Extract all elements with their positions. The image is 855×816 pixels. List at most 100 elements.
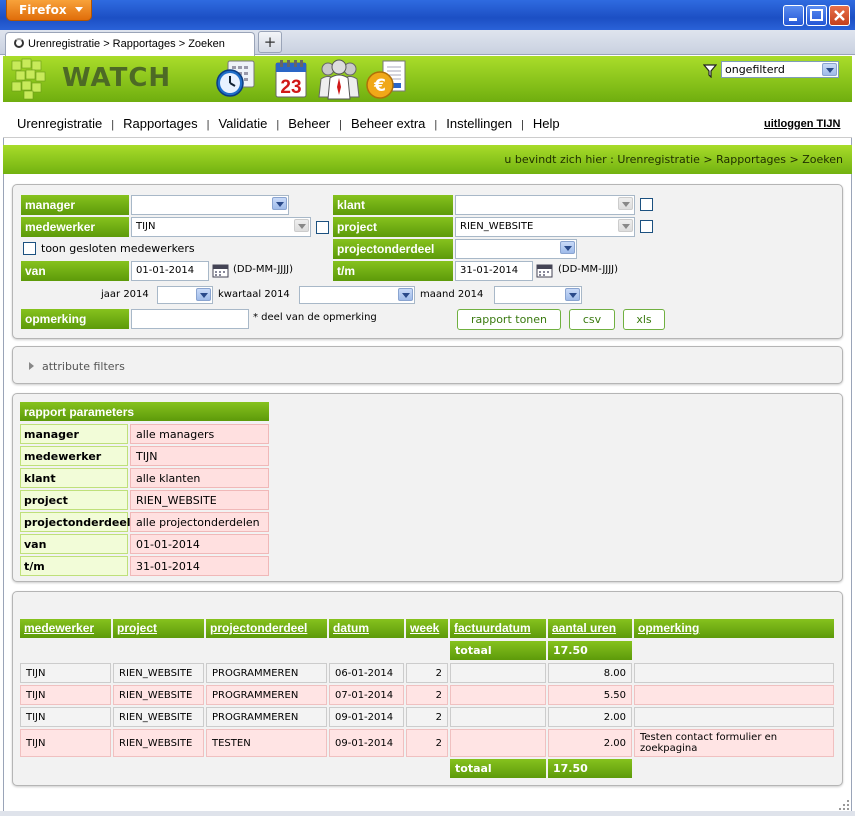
cell-week: 2 (406, 707, 448, 727)
menu-item-rapportages[interactable]: Rapportages (123, 116, 197, 131)
opmerking-hint: * deel van de opmerking (253, 312, 377, 323)
euro-invoice-icon[interactable]: € (365, 57, 409, 101)
menu-item-instellingen[interactable]: Instellingen (446, 116, 512, 131)
filter-select[interactable]: ongefilterd (721, 61, 839, 78)
col-datum-header[interactable]: datum (329, 619, 404, 638)
menu-item-urenregistratie[interactable]: Urenregistratie (17, 116, 102, 131)
chevron-down-icon (618, 197, 633, 210)
menu-item-beheer-extra[interactable]: Beheer extra (351, 116, 425, 131)
param-label: manager (20, 424, 128, 444)
cell-datum: 09-01-2014 (329, 707, 404, 727)
show-report-button[interactable]: rapport tonen (457, 309, 561, 330)
total-top-label: totaal (450, 641, 546, 660)
van-date-input[interactable]: 01-01-2014 (131, 261, 209, 281)
cell-factuurdatum (450, 729, 546, 757)
menu-item-help[interactable]: Help (533, 116, 560, 131)
cell-week: 2 (406, 729, 448, 757)
manager-select[interactable] (131, 195, 289, 215)
calendar-picker-icon[interactable] (212, 263, 229, 278)
opmerking-input[interactable] (131, 309, 249, 329)
param-value: alle managers (130, 424, 269, 444)
cell-week: 2 (406, 685, 448, 705)
param-value: 31-01-2014 (130, 556, 269, 576)
opmerking-label: opmerking (21, 309, 129, 329)
maand-label: maand 2014 (420, 289, 484, 300)
project-checkbox[interactable] (640, 220, 653, 233)
chevron-down-icon (272, 197, 287, 210)
menu-separator: | (206, 119, 210, 131)
status-bar (0, 811, 855, 816)
attribute-filters-label: attribute filters (42, 360, 125, 373)
col-projectonderdeel-header[interactable]: projectonderdeel (206, 619, 327, 638)
new-tab-button[interactable]: + (258, 31, 282, 53)
cell-medewerker: TIJN (20, 685, 111, 705)
cell-opmerking (634, 663, 834, 683)
total-bottom-label: totaal (450, 759, 546, 778)
cell-aantal-uren: 5.50 (548, 685, 632, 705)
project-label: project (333, 217, 453, 237)
cell-aantal-uren: 8.00 (548, 663, 632, 683)
param-value: 01-01-2014 (130, 534, 269, 554)
tm-date-input[interactable]: 31-01-2014 (455, 261, 533, 281)
cell-opmerking (634, 685, 834, 705)
firefox-menu-button[interactable]: Firefox (6, 0, 92, 21)
report-params-title: rapport parameters (20, 402, 269, 421)
menu-item-validatie[interactable]: Validatie (218, 116, 267, 131)
col-project-header[interactable]: project (113, 619, 204, 638)
col-aantal-uren-header[interactable]: aantal uren (548, 619, 632, 638)
watch-logo-icon (11, 58, 46, 100)
maximize-button[interactable] (806, 5, 827, 26)
manager-label: manager (21, 195, 129, 215)
param-value: alle klanten (130, 468, 269, 488)
medewerker-label: medewerker (21, 217, 129, 237)
cell-project: RIEN_WEBSITE (113, 729, 204, 757)
calendar-23-icon[interactable]: 23 (270, 57, 314, 101)
users-icon[interactable] (317, 57, 361, 101)
cell-factuurdatum (450, 663, 546, 683)
chevron-down-icon (196, 288, 211, 301)
chevron-down-icon (294, 219, 309, 232)
menu-separator: | (339, 119, 342, 131)
param-value: TIJN (130, 446, 269, 466)
chevron-down-icon (560, 241, 575, 254)
maand-select[interactable] (494, 286, 582, 304)
menu-item-beheer[interactable]: Beheer (288, 116, 330, 131)
close-button[interactable] (829, 5, 850, 26)
csv-button[interactable]: csv (569, 309, 615, 330)
klant-select[interactable] (455, 195, 635, 215)
col-week-header[interactable]: week (406, 619, 448, 638)
cell-medewerker: TIJN (20, 729, 111, 757)
cell-medewerker: TIJN (20, 663, 111, 683)
klant-label: klant (333, 195, 453, 215)
browser-tab[interactable]: Urenregistratie > Rapportages > Zoeken (5, 32, 255, 56)
chevron-down-icon (565, 288, 580, 301)
clock-calendar-icon[interactable] (214, 57, 258, 101)
col-medewerker-header[interactable]: medewerker (20, 619, 111, 638)
projectonderdeel-select[interactable] (455, 239, 577, 259)
loading-icon (14, 38, 24, 48)
cell-aantal-uren: 2.00 (548, 707, 632, 727)
menu-separator: | (434, 119, 438, 131)
resize-grip-icon[interactable] (839, 800, 849, 810)
col-factuurdatum-header[interactable]: factuurdatum (450, 619, 546, 638)
report-params-panel: rapport parameters manager alle managers m… (12, 393, 843, 582)
calendar-picker-icon[interactable] (536, 263, 553, 278)
show-closed-checkbox[interactable] (23, 242, 36, 255)
medewerker-checkbox[interactable] (316, 221, 329, 234)
total-top-value: 17.50 (548, 641, 632, 660)
kwartaal-select[interactable] (299, 286, 415, 304)
cell-datum: 09-01-2014 (329, 729, 404, 757)
menu-separator: | (276, 119, 280, 131)
logout-link[interactable]: uitloggen TIJN (764, 118, 840, 130)
jaar-select[interactable] (157, 286, 213, 304)
col-opmerking-header[interactable]: opmerking (634, 619, 834, 638)
param-value: RIEN_WEBSITE (130, 490, 269, 510)
xls-button[interactable]: xls (623, 309, 665, 330)
attribute-filters-panel[interactable]: attribute filters (12, 346, 843, 384)
cell-factuurdatum (450, 685, 546, 705)
medewerker-select[interactable]: TIJN (131, 217, 311, 237)
klant-checkbox[interactable] (640, 198, 653, 211)
minimize-button[interactable] (783, 5, 804, 26)
project-select[interactable]: RIEN_WEBSITE (455, 217, 635, 237)
cell-opmerking (634, 707, 834, 727)
